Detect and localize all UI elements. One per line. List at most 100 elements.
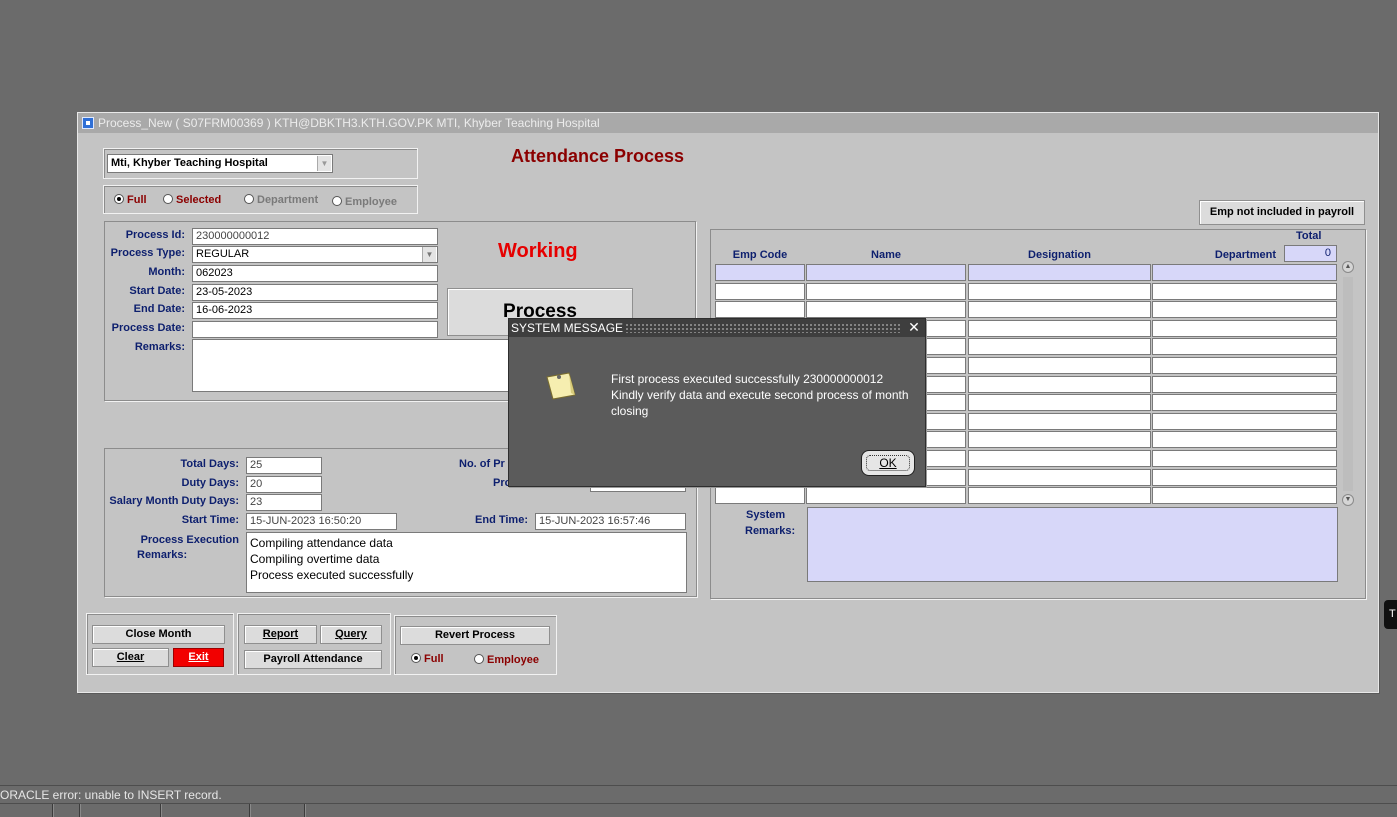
table-cell[interactable] [806,487,966,504]
scroll-up-icon[interactable]: ▲ [1342,261,1354,273]
note-icon [545,371,577,404]
table-cell[interactable] [1152,487,1337,504]
end-date-label: End Date: [133,303,185,315]
system-remarks-textarea[interactable] [807,507,1338,582]
status-cell [161,804,250,817]
radio-employee-label: Employee [345,196,397,208]
end-date-field[interactable]: 16-06-2023 [192,302,438,319]
report-button[interactable]: Report [244,625,317,644]
table-cell[interactable] [968,357,1151,374]
execution-remark-line: Process executed successfully [250,568,414,582]
table-cell[interactable] [806,264,966,281]
table-cell[interactable] [968,338,1151,355]
emp-not-included-button[interactable]: Emp not included in payroll [1199,200,1365,225]
dialog-message-line: Kindly verify data and execute second pr… [611,388,909,402]
dialog-message: First process executed successfully 2300… [611,371,921,419]
total-days-field[interactable]: 25 [246,457,322,474]
app-icon [82,117,94,129]
close-icon[interactable]: ✕ [907,320,921,334]
table-cell[interactable] [1152,469,1337,486]
table-cell[interactable] [968,320,1151,337]
status-bar-cells [0,803,1397,817]
table-cell[interactable] [1152,450,1337,467]
remarks-label: Remarks: [134,341,185,353]
radio-dot [411,653,421,663]
remarks-textarea[interactable] [192,339,512,392]
no-of-pr-label: No. of Pr [459,458,505,470]
radio-dot [244,194,254,204]
table-cell[interactable] [1152,338,1337,355]
payroll-attendance-button[interactable]: Payroll Attendance [244,650,382,669]
chevron-down-icon[interactable]: ▼ [317,156,331,171]
scroll-down-icon[interactable]: ▼ [1342,494,1354,506]
radio-dot [114,194,124,204]
start-date-field[interactable]: 23-05-2023 [192,284,438,301]
table-cell[interactable] [1152,431,1337,448]
table-cell[interactable] [715,487,805,504]
query-button[interactable]: Query [320,625,382,644]
month-label: Month: [148,266,185,278]
revert-radio-employee-label: Employee [487,654,539,666]
table-cell[interactable] [968,469,1151,486]
ok-button[interactable]: OK [861,450,915,476]
table-cell[interactable] [968,413,1151,430]
side-tab[interactable]: T [1384,600,1397,629]
table-cell[interactable] [968,283,1151,300]
radio-selected[interactable]: Selected [163,194,221,206]
month-field[interactable]: 062023 [192,265,438,282]
radio-full[interactable]: Full [114,194,147,206]
table-cell[interactable] [806,301,966,318]
exit-button[interactable]: Exit [173,648,224,667]
hospital-select-value: Mti, Khyber Teaching Hospital [111,157,268,169]
column-header-emp-code: Emp Code [732,249,788,261]
table-cell[interactable] [806,283,966,300]
grid-scrollbar[interactable] [1343,277,1353,491]
table-cell[interactable] [715,264,805,281]
table-cell[interactable] [968,376,1151,393]
table-cell[interactable] [1152,301,1337,318]
column-header-name: Name [871,249,901,261]
radio-employee[interactable]: Employee [332,196,397,208]
table-cell[interactable] [715,283,805,300]
table-cell[interactable] [968,431,1151,448]
end-time-label: End Time: [475,514,528,526]
table-cell[interactable] [1152,283,1337,300]
dialog-message-line: First process executed successfully 2300… [611,372,884,386]
process-type-value: REGULAR [196,248,250,260]
revert-radio-full[interactable]: Full [411,653,444,665]
close-month-button[interactable]: Close Month [92,625,225,644]
system-remarks-label-2: Remarks: [745,525,796,537]
process-date-field[interactable] [192,321,438,338]
table-cell[interactable] [1152,320,1337,337]
hospital-select[interactable]: Mti, Khyber Teaching Hospital ▼ [107,154,333,173]
start-time-field[interactable]: 15-JUN-2023 16:50:20 [246,513,397,530]
revert-process-button[interactable]: Revert Process [400,626,550,645]
table-cell[interactable] [968,487,1151,504]
chevron-down-icon[interactable]: ▼ [422,247,436,262]
duty-days-field[interactable]: 20 [246,476,322,493]
table-cell[interactable] [715,301,805,318]
process-id-field[interactable]: 230000000012 [192,228,438,245]
salary-month-duty-days-label: Salary Month Duty Days: [109,495,239,507]
salary-month-duty-days-field[interactable]: 23 [246,494,322,511]
table-cell[interactable] [1152,264,1337,281]
execution-remarks-textarea[interactable]: Compiling attendance data Compiling over… [246,532,687,593]
table-cell[interactable] [968,450,1151,467]
table-cell[interactable] [968,301,1151,318]
table-cell[interactable] [1152,357,1337,374]
titlebar-grip [625,323,901,333]
status-cell [0,804,53,817]
table-cell[interactable] [1152,376,1337,393]
dialog-title: SYSTEM MESSAGE [511,321,624,335]
table-cell[interactable] [1152,394,1337,411]
working-status: Working [498,240,578,262]
radio-department[interactable]: Department [244,194,318,206]
table-cell[interactable] [1152,413,1337,430]
end-time-field[interactable]: 15-JUN-2023 16:57:46 [535,513,686,530]
process-type-select[interactable]: REGULAR ▼ [192,246,438,263]
table-cell[interactable] [968,394,1151,411]
clear-button[interactable]: Clear [92,648,169,667]
revert-radio-employee[interactable]: Employee [474,654,539,666]
revert-radio-full-label: Full [424,653,444,665]
table-cell[interactable] [968,264,1151,281]
